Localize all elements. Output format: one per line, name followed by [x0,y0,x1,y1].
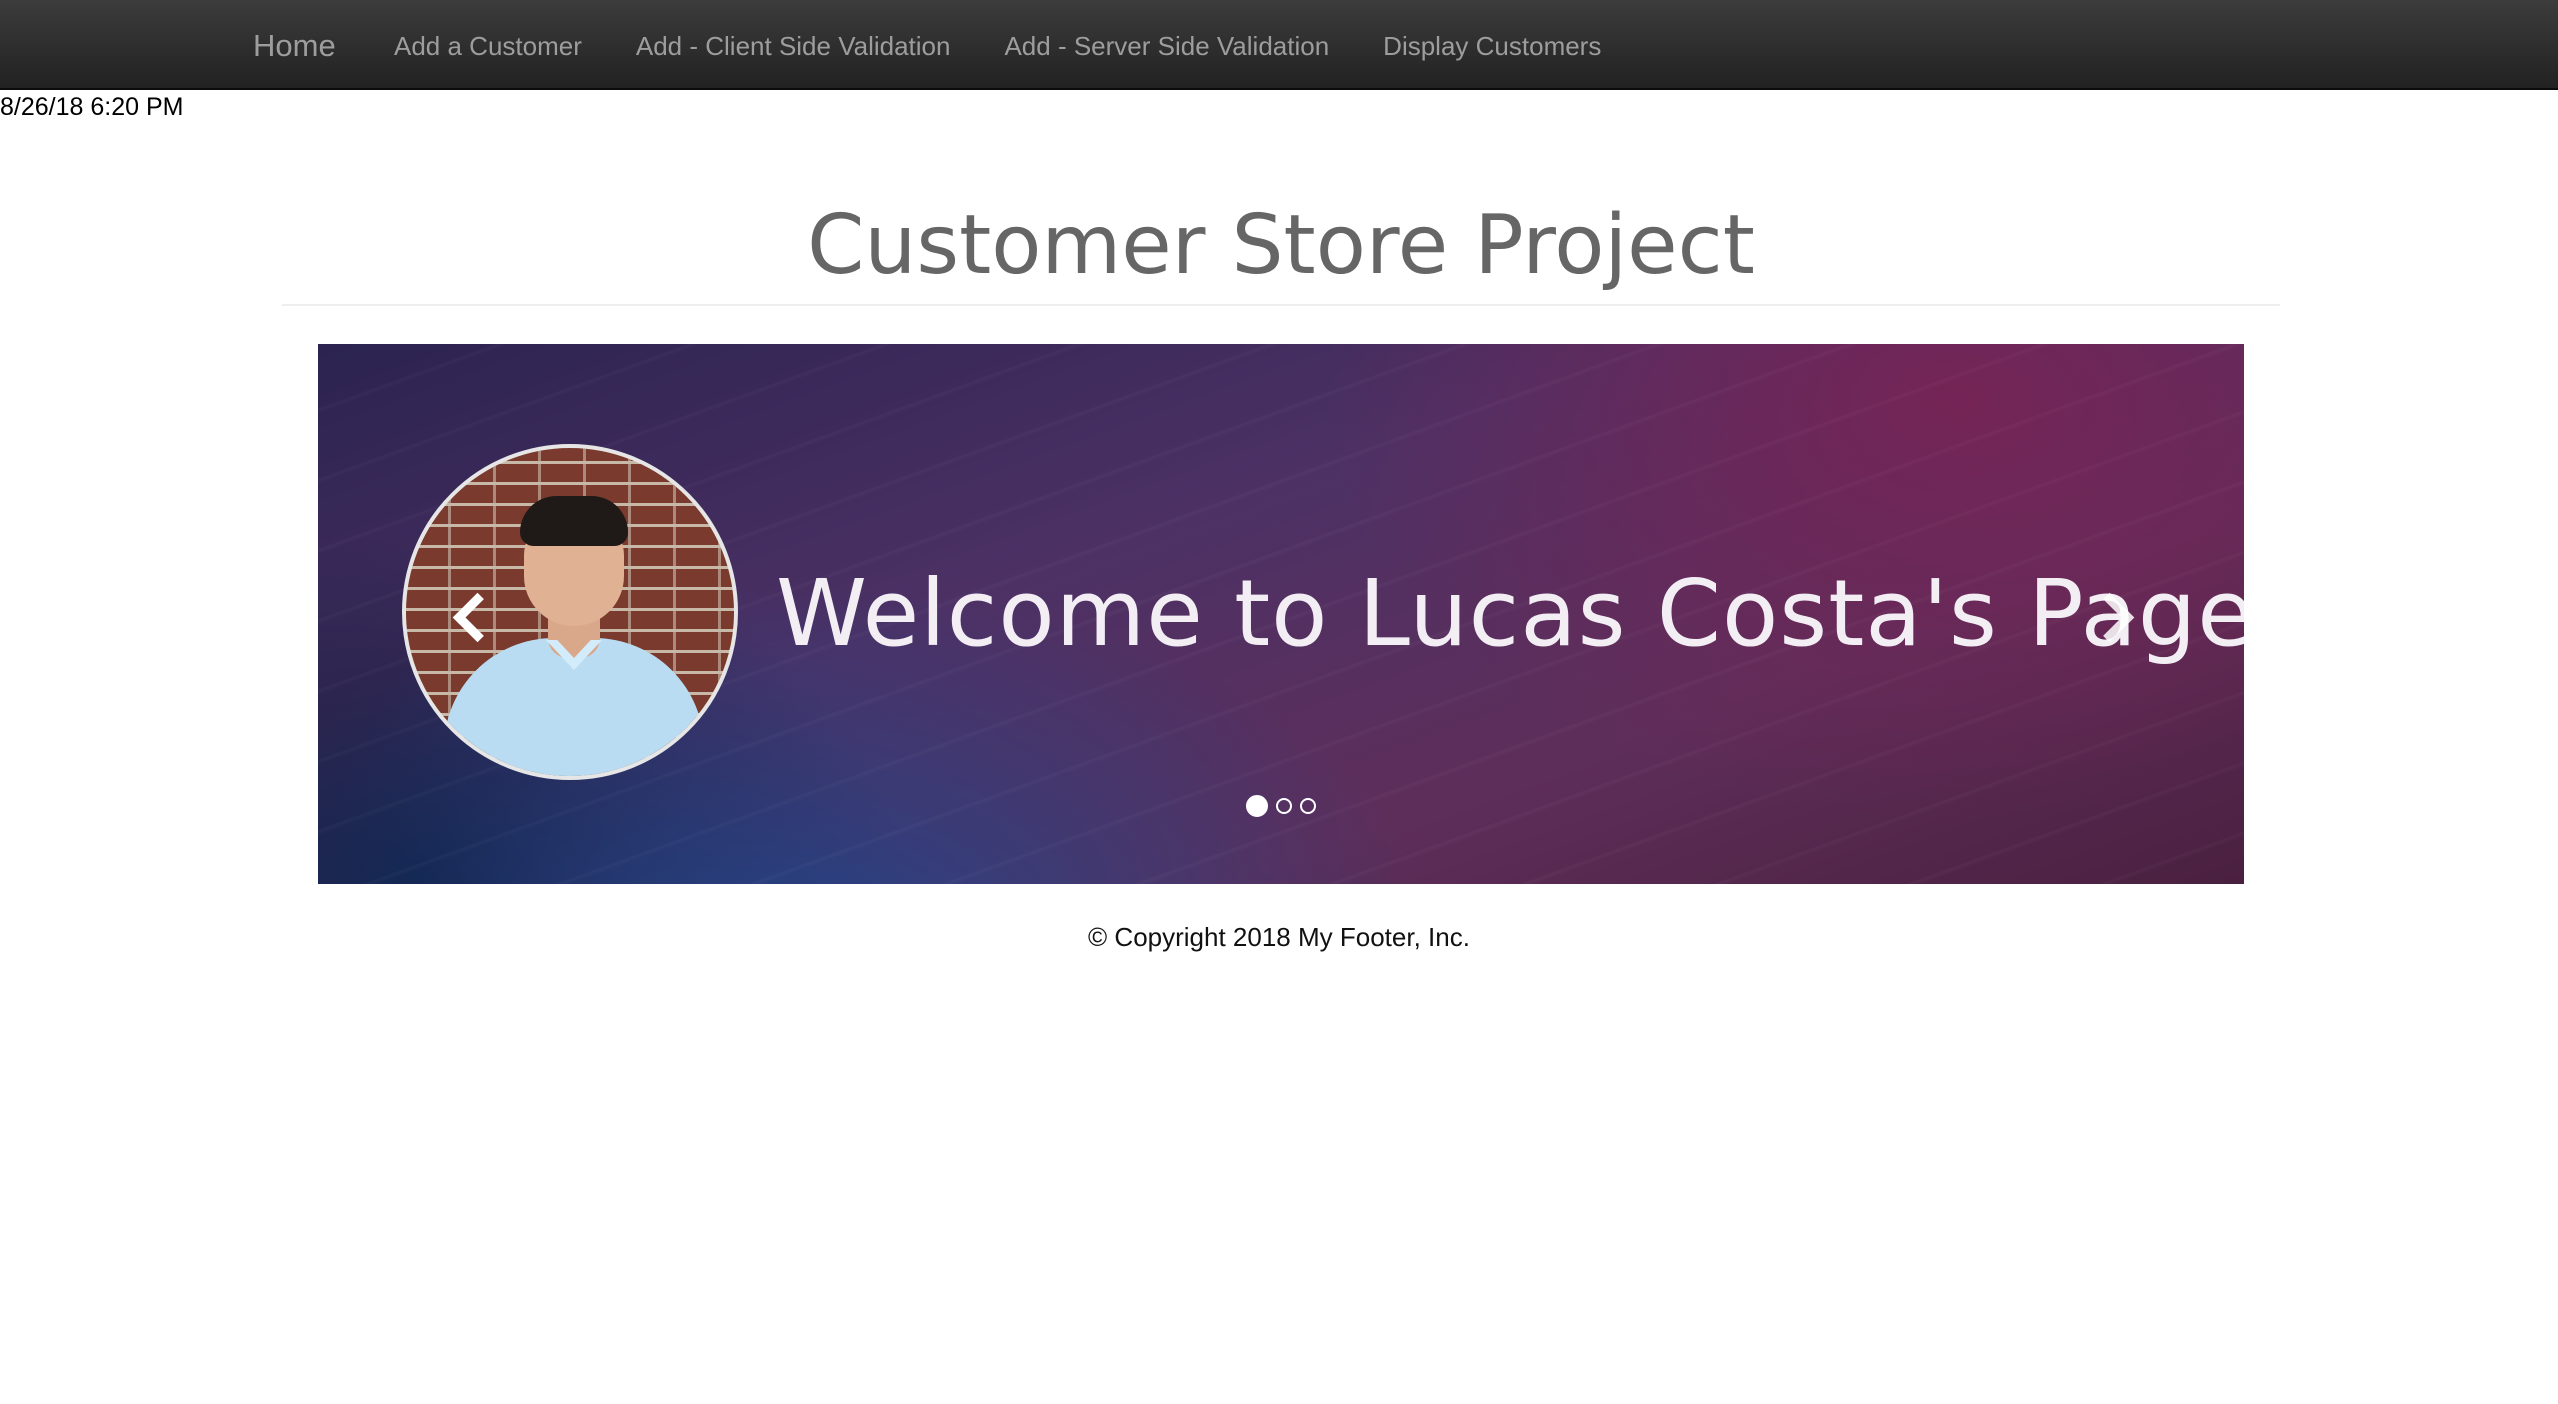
carousel-indicator-3[interactable] [1300,798,1316,814]
nav-display-customers-link[interactable]: Display Customers [1383,28,1601,64]
page-header: Customer Store Project [282,182,2280,306]
carousel-indicators [318,795,2244,817]
carousel-slide-text: Welcome to Lucas Costa's Page! [776,560,2244,667]
nav-add-server-validation-link[interactable]: Add - Server Side Validation [1004,28,1329,64]
carousel-prev-button[interactable] [438,584,503,644]
nav-add-customer-link[interactable]: Add a Customer [394,28,582,64]
page-title: Customer Store Project [807,198,1755,293]
carousel-next-button[interactable] [2084,584,2144,644]
nav-add-client-validation-link[interactable]: Add - Client Side Validation [636,28,951,64]
carousel-indicator-1[interactable] [1246,795,1268,817]
chevron-left-icon [452,592,503,643]
navbar: Home Add a Customer Add - Client Side Va… [0,0,2558,90]
carousel: Welcome to Lucas Costa's Page! [318,344,2244,884]
nav-home-link[interactable]: Home [253,26,336,66]
footer-copyright: © Copyright 2018 My Footer, Inc. [1088,922,1470,952]
carousel-indicator-2[interactable] [1276,798,1292,814]
chevron-right-icon [2084,592,2135,643]
timestamp: 8/26/18 6:20 PM [0,93,184,121]
nav-links: Add a Customer Add - Client Side Validat… [394,28,1655,64]
